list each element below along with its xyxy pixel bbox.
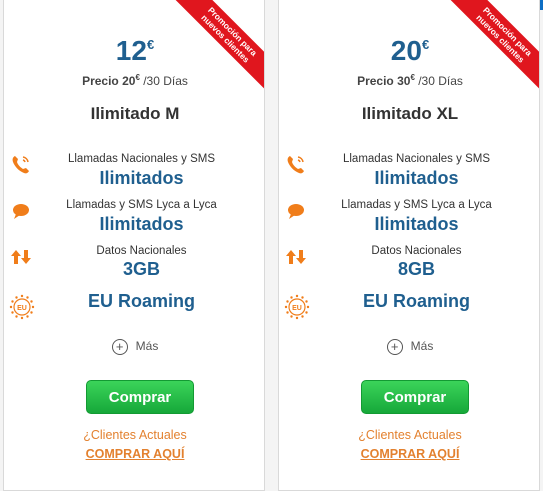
price-amount: 20 — [390, 35, 422, 66]
buy-here-link[interactable]: COMPRAR AQUÍ — [4, 447, 264, 461]
price-amount: 12 — [115, 35, 147, 66]
svg-text:EU: EU — [292, 305, 302, 312]
data-value: 3GB — [122, 259, 160, 279]
plan-name: Ilimitado M — [90, 104, 180, 123]
regular-price-period: /30 Días — [139, 74, 188, 88]
more-toggle[interactable]: + Más — [279, 339, 539, 355]
current-clients-text: ¿Clientes Actuales — [83, 428, 187, 442]
calls-label: Llamadas Nacionales y SMS — [342, 153, 490, 165]
data-value: 8GB — [397, 259, 435, 279]
lyca-value: Ilimitados — [99, 214, 184, 234]
more-label: Más — [135, 339, 159, 354]
current-clients-text: ¿Clientes Actuales — [358, 428, 462, 442]
price-currency: € — [421, 37, 430, 52]
eu-stars-icon: EU — [284, 294, 310, 320]
phone-icon — [287, 156, 304, 174]
lyca-value: Ilimitados — [374, 214, 459, 234]
plan-price: 20€ — [279, 35, 539, 67]
regular-price: Precio 20€ /30 Días — [4, 73, 264, 88]
price-currency: € — [146, 37, 155, 52]
roaming-value: EU Roaming — [87, 291, 195, 311]
roaming-value: EU Roaming — [362, 291, 470, 311]
buy-button[interactable]: Comprar — [361, 380, 469, 414]
chat-bubble-icon — [288, 204, 304, 219]
calls-value: Ilimitados — [374, 168, 459, 188]
regular-price: Precio 30€ /30 Días — [279, 73, 539, 88]
plan-price: 12€ — [4, 35, 264, 67]
data-arrows-icon — [286, 250, 306, 264]
more-label: Más — [410, 339, 434, 354]
regular-price-prefix: Precio 20 — [82, 74, 136, 88]
plan-name: Ilimitado XL — [361, 104, 459, 123]
plus-circle-icon: + — [386, 339, 403, 355]
data-label: Datos Nacionales — [96, 245, 187, 257]
eu-stars-icon: EU — [9, 294, 35, 320]
lyca-label: Llamadas y SMS Lyca a Lyca — [66, 199, 217, 211]
data-label: Datos Nacionales — [371, 245, 462, 257]
regular-price-prefix: Precio 30 — [357, 74, 411, 88]
plus-circle-icon: + — [111, 339, 128, 355]
svg-text:EU: EU — [17, 305, 27, 312]
buy-here-link[interactable]: COMPRAR AQUÍ — [279, 447, 539, 461]
plan-card-ilimitado-xl: Promoción para nuevos clientes 20€ Preci… — [278, 0, 540, 491]
regular-price-period: /30 Días — [414, 74, 463, 88]
buy-button[interactable]: Comprar — [86, 380, 194, 414]
lyca-label: Llamadas y SMS Lyca a Lyca — [341, 199, 492, 211]
chat-bubble-icon — [13, 204, 29, 219]
phone-icon — [12, 156, 29, 174]
calls-label: Llamadas Nacionales y SMS — [67, 153, 215, 165]
plan-card-ilimitado-m: Promoción para nuevos clientes 12€ Preci… — [3, 0, 265, 491]
calls-value: Ilimitados — [99, 168, 184, 188]
data-arrows-icon — [11, 250, 31, 264]
more-toggle[interactable]: + Más — [4, 339, 264, 355]
